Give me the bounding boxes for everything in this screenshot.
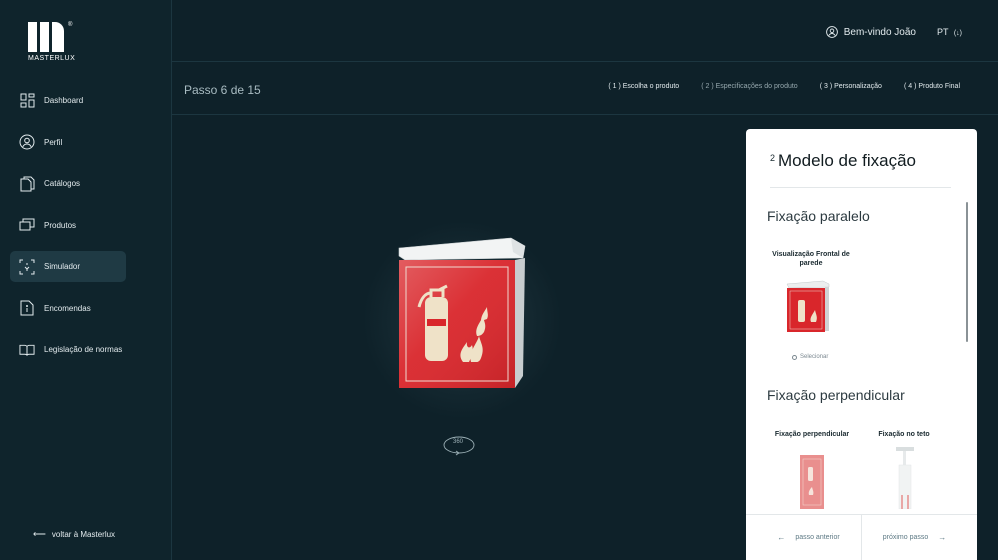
fire-extinguisher-sign-3d — [398, 237, 526, 388]
next-step-label: próximo passo — [882, 534, 929, 541]
sidebar: MASTERLUX ® Dashboard Perfil Catálogos P… — [0, 0, 172, 560]
language-selector[interactable]: PT (↓) — [937, 27, 962, 37]
select-option[interactable]: Selecionar — [792, 354, 828, 360]
back-to-masterlux-link[interactable]: ⟵ voltar à Masterlux — [33, 529, 115, 540]
panel-footer: ← passo anterior próximo passo → — [746, 514, 977, 560]
sidebar-item-label: Simulador — [44, 262, 81, 271]
radio-icon — [792, 354, 797, 360]
sidebar-item-label: Encomendas — [44, 303, 91, 313]
back-label: voltar à Masterlux — [51, 530, 116, 539]
step-3[interactable]: ( 3 ) Personalização — [820, 83, 882, 90]
divider — [770, 187, 951, 188]
top-bar: Bem-vindo João PT (↓) — [172, 0, 998, 62]
section-title-perpendicular: Fixação perpendicular — [767, 387, 905, 403]
registered-mark: ® — [68, 22, 73, 28]
perpendicular-thumbnail[interactable] — [799, 451, 827, 509]
step-4[interactable]: ( 4 ) Produto Final — [904, 83, 960, 90]
panel-step-number: 2 — [770, 153, 776, 163]
brand-name: MASTERLUX — [28, 55, 76, 62]
sidebar-item-label: Catálogos — [44, 179, 81, 188]
step-bar: Passo 6 de 15 ( 1 ) Escolha o produto ( … — [172, 62, 998, 115]
section-title-parallel: Fixação paralelo — [767, 208, 870, 224]
book-icon — [19, 342, 35, 358]
sidebar-item-perfil[interactable]: Perfil — [10, 127, 126, 158]
option-label-front-wall: Visualização Frontal de parede — [772, 251, 850, 267]
sidebar-item-label: Produtos — [44, 220, 77, 230]
user-icon — [825, 26, 838, 38]
sidebar-item-encomendas[interactable]: Encomendas — [10, 293, 126, 324]
panel-title: 2 Modelo de fixação — [770, 151, 916, 171]
rotate-360-control[interactable]: 360 — [442, 433, 476, 459]
option-label-ceiling: Fixação no teto — [878, 431, 930, 438]
welcome-text: Bem-vindo João — [843, 26, 916, 38]
scrollbar[interactable] — [966, 202, 968, 342]
catalog-icon — [19, 176, 35, 192]
step-1[interactable]: ( 1 ) Escolha o produto — [608, 83, 679, 90]
chevron-down-icon: (↓) — [953, 30, 962, 37]
options-panel: 2 Modelo de fixação Fixação paralelo Vis… — [746, 129, 977, 560]
simulator-icon — [19, 259, 35, 275]
sidebar-nav: Dashboard Perfil Catálogos Produtos Simu… — [10, 85, 126, 376]
sidebar-item-produtos[interactable]: Produtos — [10, 210, 126, 241]
dashboard-icon — [19, 93, 35, 109]
back-arrow-icon: ⟵ — [33, 529, 46, 539]
step-counter: Passo 6 de 15 — [184, 83, 261, 97]
previous-step-label: passo anterior — [795, 534, 840, 541]
user-menu[interactable]: Bem-vindo João — [825, 26, 916, 38]
front-wall-thumbnail[interactable] — [786, 280, 830, 335]
sidebar-item-label: Dashboard — [44, 96, 84, 105]
language-code: PT — [936, 27, 949, 37]
arrow-left-icon: ← — [777, 533, 786, 542]
rotate-label: 360 — [453, 439, 464, 445]
next-step-button[interactable]: próximo passo → — [862, 515, 977, 560]
arrow-right-icon: → — [938, 533, 947, 542]
sidebar-item-catalogos[interactable]: Catálogos — [10, 168, 126, 199]
user-icon — [19, 134, 35, 150]
product-viewer[interactable]: 360 — [172, 115, 746, 560]
step-list: ( 1 ) Escolha o produto ( 2 ) Especifica… — [608, 83, 960, 90]
sidebar-item-label: Legislação de normas — [44, 345, 123, 354]
sidebar-item-label: Perfil — [44, 137, 63, 147]
sidebar-item-dashboard[interactable]: Dashboard — [10, 85, 126, 116]
products-icon — [19, 217, 35, 233]
previous-step-button[interactable]: ← passo anterior — [746, 515, 862, 560]
masterlux-logo[interactable]: MASTERLUX ® — [28, 22, 76, 66]
sidebar-item-simulador[interactable]: Simulador — [10, 251, 126, 282]
ceiling-thumbnail[interactable] — [894, 447, 916, 509]
sidebar-item-legislacao[interactable]: Legislação de normas — [10, 334, 126, 365]
panel-heading: Modelo de fixação — [778, 151, 916, 170]
select-label: Selecionar — [800, 354, 829, 360]
orders-icon — [19, 300, 35, 316]
step-2[interactable]: ( 2 ) Especificações do produto — [701, 83, 798, 90]
option-label-perpendicular: Fixação perpendicular — [774, 431, 850, 438]
